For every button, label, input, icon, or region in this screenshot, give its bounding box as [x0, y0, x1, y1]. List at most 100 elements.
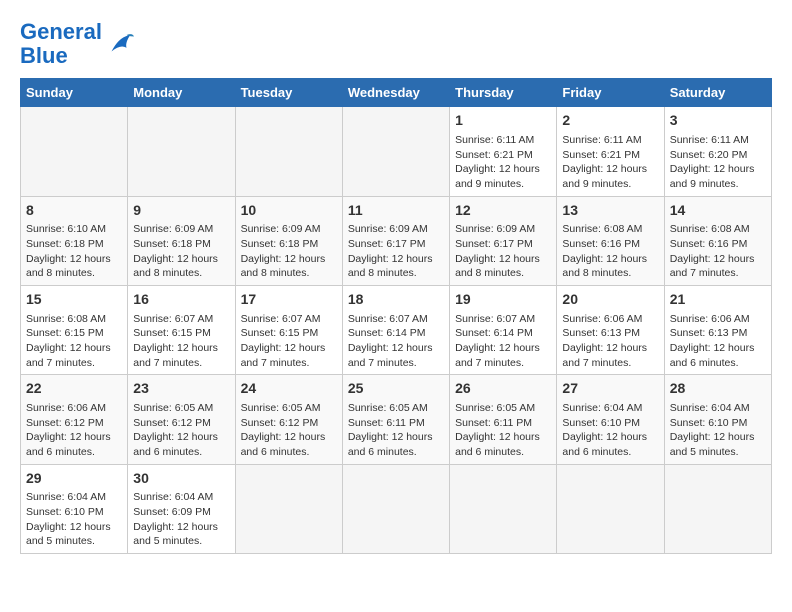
- calendar-header-cell: Monday: [128, 79, 235, 107]
- daylight-text: Daylight: 12 hours and 6 minutes.: [455, 431, 540, 458]
- calendar-day-cell: [450, 464, 557, 553]
- day-number: 28: [670, 379, 766, 399]
- logo-text: GeneralBlue: [20, 20, 102, 68]
- sunset-text: Sunset: 6:17 PM: [455, 238, 533, 250]
- daylight-text: Daylight: 12 hours and 8 minutes.: [133, 253, 218, 280]
- sunset-text: Sunset: 6:21 PM: [562, 149, 640, 161]
- sunset-text: Sunset: 6:13 PM: [670, 327, 748, 339]
- day-number: 25: [348, 379, 444, 399]
- calendar-day-cell: 15Sunrise: 6:08 AMSunset: 6:15 PMDayligh…: [21, 286, 128, 375]
- sunrise-text: Sunrise: 6:09 AM: [348, 223, 428, 235]
- sunrise-text: Sunrise: 6:08 AM: [26, 313, 106, 325]
- calendar-day-cell: [235, 107, 342, 196]
- day-number: 19: [455, 290, 551, 310]
- calendar-day-cell: [342, 464, 449, 553]
- sunrise-text: Sunrise: 6:06 AM: [562, 313, 642, 325]
- calendar-day-cell: 30Sunrise: 6:04 AMSunset: 6:09 PMDayligh…: [128, 464, 235, 553]
- calendar-day-cell: 23Sunrise: 6:05 AMSunset: 6:12 PMDayligh…: [128, 375, 235, 464]
- sunset-text: Sunset: 6:18 PM: [26, 238, 104, 250]
- sunset-text: Sunset: 6:10 PM: [562, 417, 640, 429]
- day-number: 20: [562, 290, 658, 310]
- daylight-text: Daylight: 12 hours and 6 minutes.: [562, 431, 647, 458]
- calendar-day-cell: 1 Sunrise: 6:11 AM Sunset: 6:21 PM Daylight…: [450, 107, 557, 196]
- calendar-body: 1 Sunrise: 6:11 AM Sunset: 6:21 PM Daylight…: [21, 107, 772, 554]
- daylight-text: Daylight: 12 hours and 8 minutes.: [455, 253, 540, 280]
- calendar-day-cell: [664, 464, 771, 553]
- calendar-day-cell: 22Sunrise: 6:06 AMSunset: 6:12 PMDayligh…: [21, 375, 128, 464]
- page-header: GeneralBlue: [20, 20, 772, 68]
- day-number: 22: [26, 379, 122, 399]
- calendar-day-cell: [557, 464, 664, 553]
- sunset-text: Sunset: 6:21 PM: [455, 149, 533, 161]
- sunrise-text: Sunrise: 6:11 AM: [562, 134, 641, 146]
- sunrise-text: Sunrise: 6:04 AM: [133, 491, 213, 503]
- calendar-day-cell: [342, 107, 449, 196]
- calendar-day-cell: [21, 107, 128, 196]
- sunset-text: Sunset: 6:15 PM: [133, 327, 211, 339]
- day-number: 10: [241, 201, 337, 221]
- calendar-day-cell: 3Sunrise: 6:11 AMSunset: 6:20 PMDaylight…: [664, 107, 771, 196]
- daylight-text: Daylight: 12 hours and 6 minutes.: [670, 342, 755, 369]
- day-number: 12: [455, 201, 551, 221]
- sunset-text: Sunset: 6:13 PM: [562, 327, 640, 339]
- calendar-header-cell: Thursday: [450, 79, 557, 107]
- daylight-text: Daylight: 12 hours and 8 minutes.: [562, 253, 647, 280]
- day-number: 1: [455, 111, 551, 131]
- daylight-text: Daylight: 12 hours and 8 minutes.: [241, 253, 326, 280]
- calendar-day-cell: 27Sunrise: 6:04 AMSunset: 6:10 PMDayligh…: [557, 375, 664, 464]
- calendar-week-row: 29Sunrise: 6:04 AMSunset: 6:10 PMDayligh…: [21, 464, 772, 553]
- day-number: 13: [562, 201, 658, 221]
- sunset-text: Sunset: 6:15 PM: [241, 327, 319, 339]
- calendar-day-cell: [128, 107, 235, 196]
- sunset-text: Sunset: 6:10 PM: [670, 417, 748, 429]
- calendar-day-cell: 26Sunrise: 6:05 AMSunset: 6:11 PMDayligh…: [450, 375, 557, 464]
- logo: GeneralBlue: [20, 20, 134, 68]
- daylight-text: Daylight: 12 hours and 9 minutes.: [455, 163, 540, 190]
- day-number: 9: [133, 201, 229, 221]
- sunrise-text: Sunrise: 6:07 AM: [348, 313, 428, 325]
- sunrise-text: Sunrise: 6:08 AM: [562, 223, 642, 235]
- calendar-header-row: SundayMondayTuesdayWednesdayThursdayFrid…: [21, 79, 772, 107]
- calendar-day-cell: 10Sunrise: 6:09 AMSunset: 6:18 PMDayligh…: [235, 196, 342, 285]
- day-number: 14: [670, 201, 766, 221]
- daylight-text: Daylight: 12 hours and 5 minutes.: [26, 521, 111, 548]
- sunrise-text: Sunrise: 6:10 AM: [26, 223, 106, 235]
- sunrise-text: Sunrise: 6:05 AM: [348, 402, 428, 414]
- sunrise-text: Sunrise: 6:04 AM: [670, 402, 750, 414]
- calendar-header-cell: Wednesday: [342, 79, 449, 107]
- day-number: 11: [348, 201, 444, 221]
- daylight-text: Daylight: 12 hours and 5 minutes.: [133, 521, 218, 548]
- sunset-text: Sunset: 6:17 PM: [348, 238, 426, 250]
- calendar-day-cell: 20Sunrise: 6:06 AMSunset: 6:13 PMDayligh…: [557, 286, 664, 375]
- daylight-text: Daylight: 12 hours and 9 minutes.: [670, 163, 755, 190]
- sunrise-text: Sunrise: 6:07 AM: [455, 313, 535, 325]
- daylight-text: Daylight: 12 hours and 5 minutes.: [670, 431, 755, 458]
- calendar-day-cell: 16Sunrise: 6:07 AMSunset: 6:15 PMDayligh…: [128, 286, 235, 375]
- sunset-text: Sunset: 6:15 PM: [26, 327, 104, 339]
- calendar-day-cell: 12Sunrise: 6:09 AMSunset: 6:17 PMDayligh…: [450, 196, 557, 285]
- day-number: 23: [133, 379, 229, 399]
- daylight-text: Daylight: 12 hours and 7 minutes.: [26, 342, 111, 369]
- daylight-text: Daylight: 12 hours and 6 minutes.: [348, 431, 433, 458]
- calendar-week-row: 15Sunrise: 6:08 AMSunset: 6:15 PMDayligh…: [21, 286, 772, 375]
- calendar-day-cell: 25 Sunrise: 6:05 AM Sunset: 6:11 PM Dayligh…: [342, 375, 449, 464]
- calendar-day-cell: 14Sunrise: 6:08 AMSunset: 6:16 PMDayligh…: [664, 196, 771, 285]
- sunrise-text: Sunrise: 6:04 AM: [26, 491, 106, 503]
- day-number: 30: [133, 469, 229, 489]
- calendar-day-cell: 21Sunrise: 6:06 AMSunset: 6:13 PMDayligh…: [664, 286, 771, 375]
- calendar-day-cell: 13Sunrise: 6:08 AMSunset: 6:16 PMDayligh…: [557, 196, 664, 285]
- daylight-text: Daylight: 12 hours and 7 minutes.: [348, 342, 433, 369]
- sunrise-text: Sunrise: 6:04 AM: [562, 402, 642, 414]
- sunset-text: Sunset: 6:11 PM: [348, 417, 425, 429]
- calendar-day-cell: 28 Sunrise: 6:04 AM Sunset: 6:10 PM Dayligh…: [664, 375, 771, 464]
- sunset-text: Sunset: 6:14 PM: [455, 327, 533, 339]
- calendar-header-cell: Sunday: [21, 79, 128, 107]
- sunrise-text: Sunrise: 6:11 AM: [455, 134, 534, 146]
- sunset-text: Sunset: 6:12 PM: [241, 417, 319, 429]
- sunset-text: Sunset: 6:14 PM: [348, 327, 426, 339]
- calendar-day-cell: 17Sunrise: 6:07 AMSunset: 6:15 PMDayligh…: [235, 286, 342, 375]
- sunrise-text: Sunrise: 6:05 AM: [455, 402, 535, 414]
- daylight-text: Daylight: 12 hours and 8 minutes.: [26, 253, 111, 280]
- logo-bird-icon: [104, 29, 134, 59]
- day-number: 21: [670, 290, 766, 310]
